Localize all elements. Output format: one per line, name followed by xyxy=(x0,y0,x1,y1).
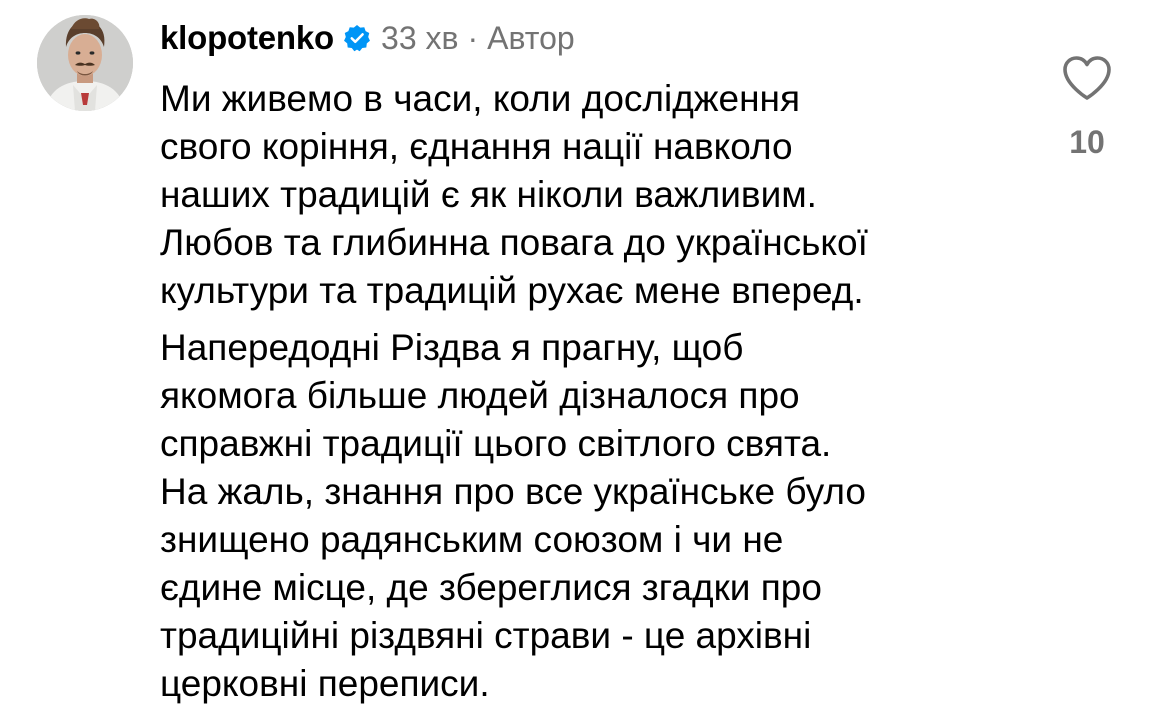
author-username[interactable]: klopotenko xyxy=(160,19,334,57)
comment-line: культури та традицій рухає мене вперед. xyxy=(160,270,864,311)
author-avatar[interactable] xyxy=(37,15,133,111)
comment-line: Напередодні Різдва я прагну, щоб xyxy=(160,327,744,368)
comment-line: традиційні різдвяні страви - це архівні xyxy=(160,615,812,656)
heart-outline-icon[interactable] xyxy=(1061,54,1113,102)
avatar-photo xyxy=(37,15,133,111)
comment-line: якомога більше людей дізналося про xyxy=(160,375,800,416)
comment-line: наших традицій є як ніколи важливим. xyxy=(160,174,817,215)
comment: klopotenko 33 хв · Автор Ми живемо в час… xyxy=(0,0,1170,714)
comment-line: справжні традиції цього світлого свята. xyxy=(160,423,832,464)
comment-line: свого коріння, єднання нації навколо xyxy=(160,126,793,167)
comment-line: знищено радянським союзом і чи не xyxy=(160,519,784,560)
like-area: 10 xyxy=(1054,54,1120,161)
verified-badge-icon xyxy=(343,24,371,52)
comment-paragraph-1: Ми живемо в часи, коли дослідження свого… xyxy=(160,75,1040,315)
comment-line: Любов та глибинна повага до української xyxy=(160,222,868,263)
comment-header: klopotenko 33 хв · Автор xyxy=(160,16,575,60)
comment-line: церковні переписи. xyxy=(160,663,490,704)
comment-line: єдине місце, де збереглися згадки про xyxy=(160,567,822,608)
comment-timestamp: 33 хв xyxy=(381,19,459,56)
comment-text: Ми живемо в часи, коли дослідження свого… xyxy=(160,75,1040,708)
author-label: Автор xyxy=(487,19,575,56)
like-count[interactable]: 10 xyxy=(1069,124,1105,161)
comment-paragraph-2: Напередодні Різдва я прагну, щоб якомога… xyxy=(160,324,1040,708)
comment-line: На жаль, знання про все українське було xyxy=(160,471,866,512)
meta-separator: · xyxy=(467,19,479,56)
comment-line: Ми живемо в часи, коли дослідження xyxy=(160,78,801,119)
